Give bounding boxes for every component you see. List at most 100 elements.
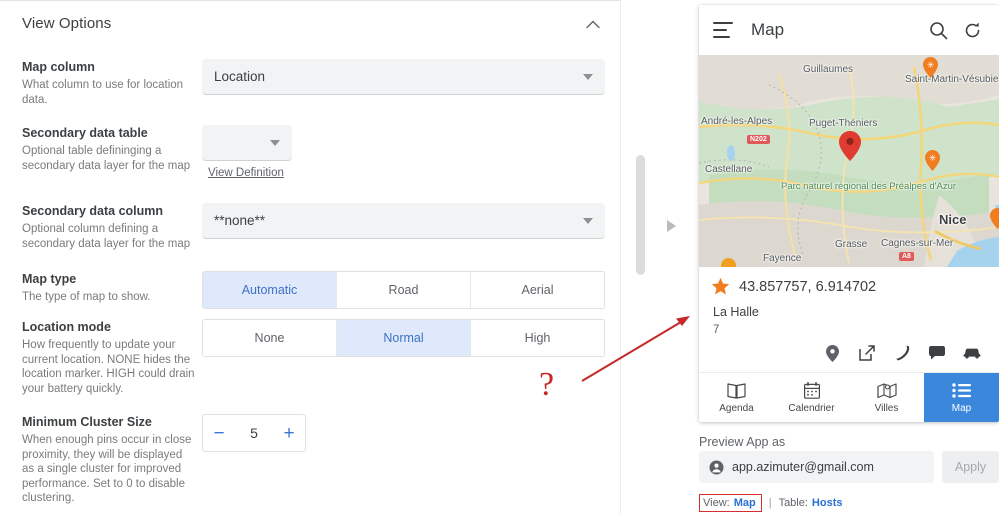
- nav-item-map[interactable]: Map: [924, 373, 999, 422]
- chat-icon[interactable]: [928, 344, 946, 362]
- page-title: View Options: [22, 14, 112, 32]
- refresh-icon[interactable]: [959, 17, 985, 43]
- status-view-highlight: View: Map: [699, 494, 762, 512]
- chevron-down-icon: [270, 139, 280, 146]
- preview-email-value: app.azimuter@gmail.com: [732, 460, 874, 474]
- map-label-andre-les-alpes: André-les-Alpes: [701, 116, 773, 127]
- option-label: Map type: [22, 272, 77, 286]
- nav-label: Agenda: [719, 403, 754, 414]
- red-map-pin-icon[interactable]: [839, 131, 861, 161]
- orange-star-pin-icon[interactable]: ✳: [923, 57, 938, 78]
- option-description: The type of map to show.: [22, 291, 151, 303]
- search-icon[interactable]: [925, 17, 951, 43]
- map-fold-icon: [876, 381, 897, 400]
- nav-item-villes[interactable]: Villes: [849, 373, 924, 422]
- expand-panel-arrow-icon[interactable]: [667, 220, 676, 232]
- bottom-navigation: Agenda Calendrier Villes Map: [699, 372, 999, 422]
- map-type-segmented-control[interactable]: Automatic Road Aerial: [202, 271, 605, 309]
- segment-normal[interactable]: Normal: [337, 320, 471, 356]
- view-definition-link[interactable]: View Definition: [208, 167, 284, 179]
- location-mode-segmented-control[interactable]: None Normal High: [202, 319, 605, 357]
- chevron-down-icon: [583, 73, 593, 80]
- segment-road[interactable]: Road: [337, 272, 471, 308]
- option-description: How frequently to update your current lo…: [22, 339, 195, 395]
- segment-high[interactable]: High: [471, 320, 604, 356]
- panel-divider: [620, 0, 698, 514]
- map-label-cagnes-sur-mer: Cagnes-sur-Mer: [881, 238, 954, 249]
- app-bar-title: Map: [751, 20, 785, 39]
- svg-text:✳: ✳: [929, 154, 937, 164]
- preview-status-bar: View: Map | Table: Hosts: [699, 494, 842, 512]
- scrollbar-thumb[interactable]: [636, 155, 645, 275]
- view-options-panel: View Options Map column What column to u…: [0, 0, 620, 514]
- calendar-icon: [802, 381, 822, 400]
- stepper-increment-button[interactable]: +: [273, 424, 305, 443]
- location-detail-card: 43.857757, 6.914702 La Halle 7: [699, 267, 999, 368]
- map-label-castellane: Castellane: [705, 164, 753, 175]
- option-label: Secondary data column: [22, 204, 164, 218]
- location-pin-icon[interactable]: [823, 344, 841, 362]
- detail-action-row: [711, 344, 985, 362]
- map-view[interactable]: Guillaumes Saint-Martin-Vésubie André-le…: [699, 55, 999, 267]
- nav-item-agenda[interactable]: Agenda: [699, 373, 774, 422]
- account-circle-icon: [709, 460, 724, 474]
- option-label: Location mode: [22, 320, 111, 334]
- option-location-mode: Location mode How frequently to update y…: [0, 319, 620, 409]
- option-label: Map column: [22, 60, 95, 74]
- stepper-decrement-button[interactable]: −: [203, 424, 235, 443]
- app-preview-panel: Map Guillaumes Saint-Martin-Vésubie Andr…: [690, 0, 999, 514]
- map-label-puget-theniers: Puget-Théniers: [809, 118, 878, 129]
- stepper-value: 5: [250, 425, 258, 441]
- star-icon[interactable]: [711, 277, 730, 296]
- orange-star-pin-icon[interactable]: [990, 208, 999, 229]
- segment-none[interactable]: None: [203, 320, 337, 356]
- secondary-data-table-dropdown[interactable]: [202, 125, 292, 161]
- minimum-cluster-size-stepper[interactable]: − 5 +: [202, 414, 306, 452]
- option-label-block: Secondary data column Optional column de…: [22, 203, 197, 251]
- map-column-dropdown[interactable]: Location: [202, 59, 605, 95]
- nav-label: Villes: [874, 403, 899, 414]
- book-icon: [727, 381, 747, 400]
- nav-item-calendrier[interactable]: Calendrier: [774, 373, 849, 422]
- segment-automatic[interactable]: Automatic: [203, 272, 337, 308]
- svg-text:✳: ✳: [927, 61, 935, 71]
- option-minimum-cluster-size: Minimum Cluster Size When enough pins oc…: [0, 414, 620, 514]
- car-icon[interactable]: [963, 344, 981, 362]
- location-sub-value: 7: [713, 324, 720, 336]
- chevron-up-icon[interactable]: [584, 15, 602, 33]
- option-description: Optional table defininging a secondary d…: [22, 145, 191, 172]
- preview-email-input[interactable]: app.azimuter@gmail.com: [699, 451, 934, 483]
- orange-star-pin-icon[interactable]: [721, 258, 736, 267]
- option-label-block: Map type The type of map to show.: [22, 271, 197, 305]
- preview-app-as-row: app.azimuter@gmail.com Apply: [699, 451, 999, 483]
- road-badge-a8: A8: [899, 252, 914, 261]
- status-table-value[interactable]: Hosts: [812, 497, 843, 509]
- option-description: What column to use for location data.: [22, 79, 184, 106]
- app-bar: Map: [699, 5, 999, 55]
- dropdown-value: Location: [214, 69, 266, 84]
- apply-button[interactable]: Apply: [942, 451, 999, 483]
- option-description: When enough pins occur in close proximit…: [22, 434, 192, 504]
- segment-aerial[interactable]: Aerial: [471, 272, 604, 308]
- status-view-value[interactable]: Map: [734, 497, 756, 509]
- option-label-block: Location mode How frequently to update y…: [22, 319, 197, 396]
- map-canvas: [699, 55, 999, 267]
- location-name: La Halle: [713, 305, 759, 319]
- status-separator: |: [768, 497, 772, 509]
- option-secondary-data-table: Secondary data table Optional table defi…: [0, 125, 620, 195]
- option-label: Secondary data table: [22, 126, 148, 140]
- external-link-icon[interactable]: [858, 344, 876, 362]
- map-label-guillaumes: Guillaumes: [803, 64, 854, 75]
- phone-preview: Map Guillaumes Saint-Martin-Vésubie Andr…: [699, 5, 999, 422]
- option-secondary-data-column: Secondary data column Optional column de…: [0, 203, 620, 267]
- detail-header: 43.857757, 6.914702: [711, 277, 985, 296]
- map-label-saint-martin-vesubie: Saint-Martin-Vésubie: [905, 74, 999, 85]
- orange-star-pin-icon[interactable]: ✳: [925, 150, 940, 171]
- preview-app-as-label: Preview App as: [699, 435, 786, 449]
- option-label-block: Secondary data table Optional table defi…: [22, 125, 197, 173]
- secondary-data-column-dropdown[interactable]: **none**: [202, 203, 605, 239]
- map-label-grasse: Grasse: [835, 239, 868, 250]
- road-badge-n202: N202: [747, 135, 770, 144]
- hamburger-menu-icon[interactable]: [713, 22, 735, 38]
- phone-icon[interactable]: [893, 344, 911, 362]
